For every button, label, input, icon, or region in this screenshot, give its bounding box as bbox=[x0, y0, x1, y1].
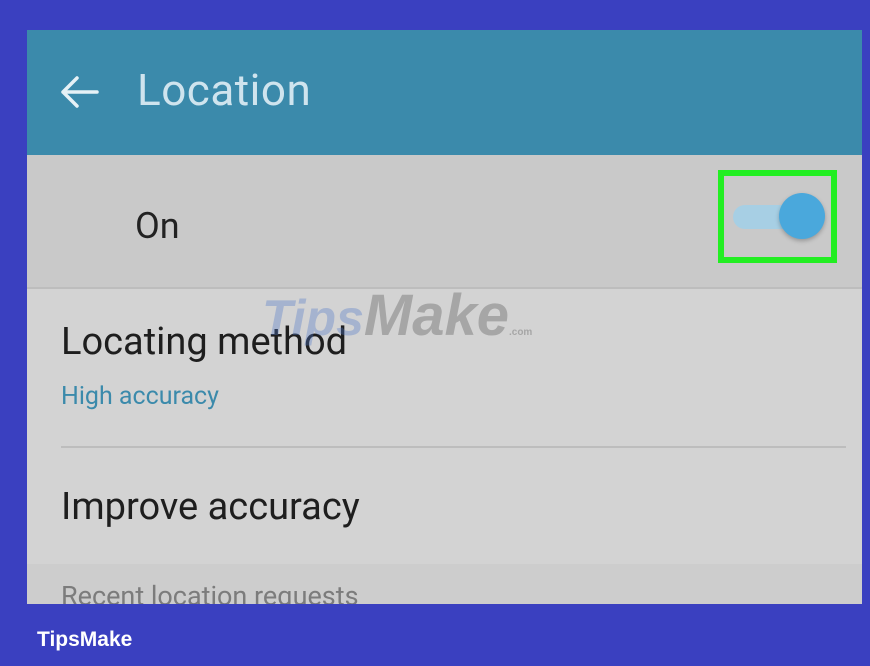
watermark-com: .com bbox=[508, 327, 533, 338]
toggle-thumb bbox=[779, 193, 825, 239]
watermark-tips: Tips bbox=[262, 290, 364, 346]
footer-brand: TipsMake bbox=[37, 628, 133, 651]
watermark-logo: TipsMake.com bbox=[262, 282, 532, 349]
location-master-switch-row[interactable]: On bbox=[27, 155, 862, 287]
location-toggle[interactable] bbox=[729, 193, 829, 241]
locating-method-value: High accuracy bbox=[61, 382, 219, 411]
section-header-label: Recent location requests bbox=[61, 580, 359, 604]
watermark-make: Make bbox=[363, 283, 509, 348]
divider bbox=[61, 446, 846, 448]
app-toolbar: Location bbox=[27, 30, 862, 155]
arrow-back-icon[interactable] bbox=[59, 75, 99, 109]
improve-accuracy-title: Improve accuracy bbox=[61, 485, 360, 529]
recent-requests-section: Recent location requests bbox=[27, 564, 862, 604]
image-frame: Location On Locating method High accurac… bbox=[0, 0, 870, 666]
page-title: Location bbox=[137, 64, 312, 116]
master-switch-label: On bbox=[135, 205, 180, 247]
